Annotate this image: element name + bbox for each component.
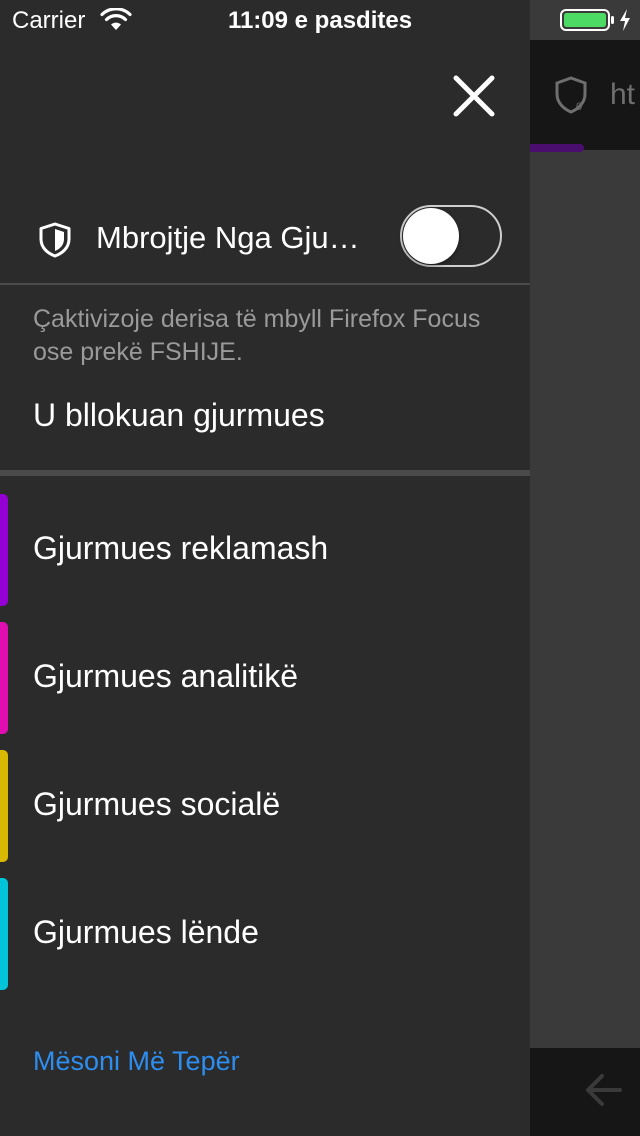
tracker-label: Gjurmues lënde <box>33 914 259 950</box>
divider <box>0 283 530 285</box>
protection-description: Çaktivizoje derisa të mbyll Firefox Focu… <box>33 305 481 366</box>
status-bar: Carrier 11:09 e pasdites <box>0 0 640 40</box>
tracker-row-ad: Gjurmues reklamash <box>0 494 530 606</box>
svg-text:0: 0 <box>576 101 582 113</box>
tracker-row-analytics: Gjurmues analitikë <box>0 622 530 734</box>
status-time: 11:09 e pasdites <box>227 7 413 34</box>
tracking-shield-icon: 0 <box>555 76 587 114</box>
charging-bolt-icon <box>620 9 630 31</box>
tracker-row-content: Gjurmues lënde <box>0 878 530 990</box>
tracking-protection-label: Mbrojtje Nga Gju… <box>96 220 360 255</box>
tracking-protection-row: Mbrojtje Nga Gju… <box>0 196 530 284</box>
tracker-color-bar <box>0 750 8 862</box>
url-text[interactable]: ht <box>610 78 635 112</box>
tracker-color-bar <box>0 622 8 734</box>
toggle-knob <box>403 208 459 264</box>
learn-more-link[interactable]: Mësoni Më Tepër <box>33 1046 240 1077</box>
trackers-blocked-heading: U bllokuan gjurmues <box>33 397 325 433</box>
tracking-protection-toggle[interactable] <box>400 205 502 267</box>
screen: 0 ht Carrier 11:09 e pasdites Mbrojtje N… <box>0 0 640 1136</box>
back-arrow-icon[interactable] <box>584 1068 640 1112</box>
tracker-label: Gjurmues analitikë <box>33 658 298 694</box>
tracker-color-bar <box>0 494 8 606</box>
section-divider <box>0 470 530 476</box>
tracker-label: Gjurmues reklamash <box>33 530 329 566</box>
close-button[interactable] <box>446 68 502 124</box>
tracker-label: Gjurmues socialë <box>33 786 281 822</box>
battery-icon <box>560 9 614 31</box>
tracker-color-bar <box>0 878 8 990</box>
tracking-protection-panel: Mbrojtje Nga Gju… Çaktivizoje derisa të … <box>0 0 530 1136</box>
close-icon <box>453 75 495 117</box>
shield-icon <box>39 222 71 258</box>
tracker-row-social: Gjurmues socialë <box>0 750 530 862</box>
